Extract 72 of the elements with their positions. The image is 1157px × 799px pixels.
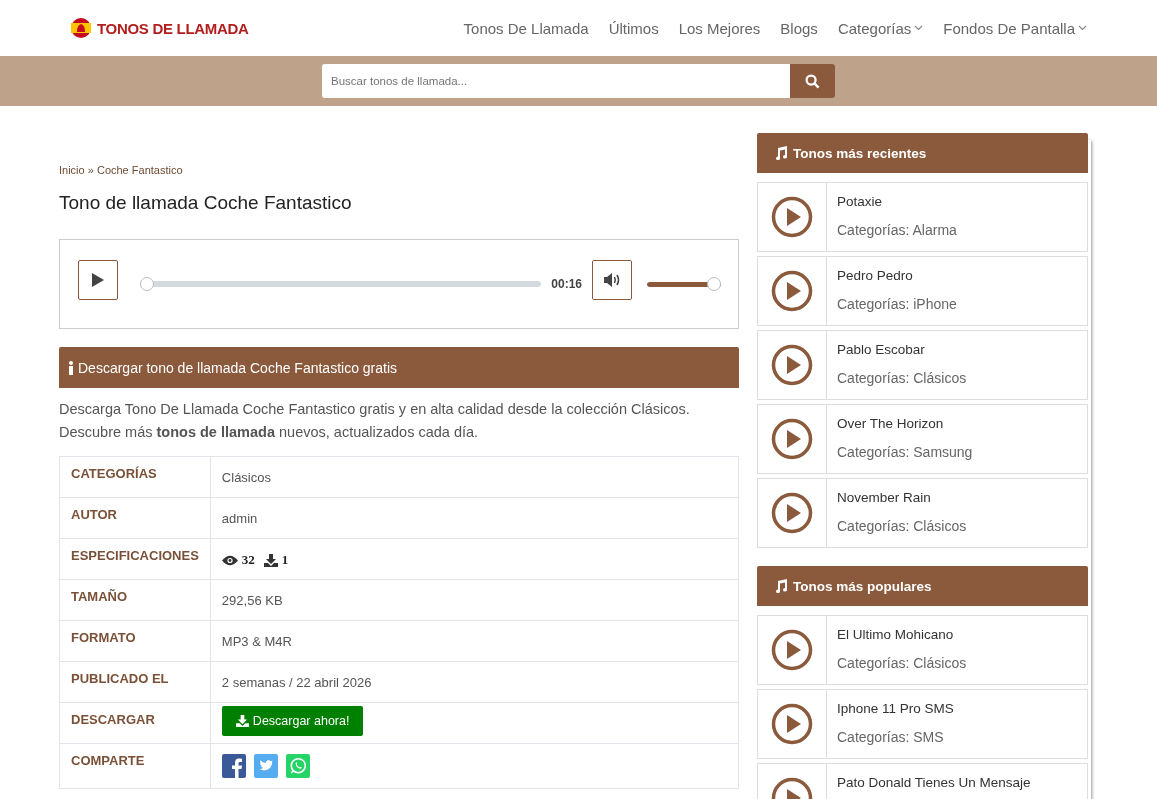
row-label: CATEGORÍAS bbox=[71, 466, 157, 481]
ringtone-category: Categorías: Alarma bbox=[837, 222, 957, 238]
progress-slider[interactable] bbox=[140, 277, 542, 291]
description-text: Descarga Tono De Llamada Coche Fantastico gratis y en alta calidad desde la colección Clásicos. Descubre más tonos de llamada nuevos, actualizados cada día. bbox=[59, 400, 691, 442]
site-logo[interactable]: TONOS DE LLAMADA bbox=[97, 19, 249, 37]
ringtone-category: Categorías: SMS bbox=[837, 729, 945, 745]
nav-link[interactable]: Categorías bbox=[837, 19, 924, 37]
play-circle-icon[interactable] bbox=[771, 629, 813, 671]
nav-link[interactable]: Blogs bbox=[780, 19, 818, 37]
info-icon bbox=[68, 360, 74, 375]
ringtone-category: Categorías: Samsung bbox=[837, 444, 973, 460]
row-label: PUBLICADO EL bbox=[71, 671, 169, 686]
play-icon bbox=[91, 272, 105, 288]
play-circle-icon[interactable] bbox=[771, 270, 813, 312]
ringtone-category: Categorías: Clásicos bbox=[837, 655, 967, 671]
ringtone-link[interactable]: Pablo Escobar bbox=[837, 342, 967, 357]
row-value: 2 semanas / 22 abril 2026 bbox=[221, 675, 372, 690]
eye-icon bbox=[221, 554, 238, 566]
breadcrumb-current: Coche Fantastico bbox=[96, 164, 183, 176]
row-label: ESPECIFICACIONES bbox=[71, 548, 199, 563]
row-value: admin bbox=[221, 511, 258, 526]
progress-thumb[interactable] bbox=[140, 277, 154, 291]
play-button[interactable] bbox=[78, 260, 118, 300]
nav-link[interactable]: Últimos bbox=[608, 19, 659, 37]
row-label: DESCARGAR bbox=[71, 712, 155, 727]
row-label: COMPARTE bbox=[71, 753, 145, 768]
row-value: MP3 & M4R bbox=[221, 634, 292, 649]
download-icon bbox=[235, 715, 249, 727]
row-label: FORMATO bbox=[71, 630, 136, 645]
play-circle-icon[interactable] bbox=[771, 344, 813, 386]
page-title: Tono de llamada Coche Fantastico bbox=[59, 192, 353, 214]
download-icon bbox=[263, 553, 278, 567]
volume-button[interactable] bbox=[592, 260, 632, 300]
flag-bell-icon bbox=[70, 17, 92, 39]
row-value: 292,56 KB bbox=[221, 593, 283, 608]
ringtone-category: Categorías: iPhone bbox=[837, 296, 957, 312]
facebook-icon[interactable] bbox=[221, 754, 246, 778]
music-note-icon bbox=[774, 579, 788, 593]
search-icon bbox=[805, 73, 820, 89]
search-button[interactable] bbox=[790, 64, 835, 98]
download-count: 1 bbox=[281, 552, 289, 568]
volume-slider[interactable] bbox=[647, 277, 721, 291]
nav-link[interactable]: Tonos De Llamada bbox=[463, 19, 589, 37]
view-count: 32 bbox=[241, 552, 255, 568]
sidebar-title: Tonos más populares bbox=[793, 578, 932, 594]
ringtone-link[interactable]: Potaxie bbox=[837, 194, 957, 209]
sidebar-title: Tonos más recientes bbox=[793, 145, 927, 161]
breadcrumb-separator: » bbox=[87, 164, 94, 176]
time-label: 00:16 bbox=[551, 277, 582, 291]
download-button[interactable]: Descargar ahora! bbox=[221, 706, 364, 736]
volume-icon bbox=[603, 272, 621, 288]
nav-link[interactable]: Fondos De Pantalla bbox=[943, 19, 1087, 37]
nav-link[interactable]: Los Mejores bbox=[678, 19, 761, 37]
ringtone-link[interactable]: Iphone 11 Pro SMS bbox=[837, 701, 954, 716]
volume-thumb[interactable] bbox=[707, 277, 721, 291]
row-value: Clásicos bbox=[221, 470, 271, 485]
ringtone-link[interactable]: Over The Horizon bbox=[837, 416, 973, 431]
section-title: Descargar tono de llamada Coche Fantastico gratis bbox=[78, 359, 398, 376]
play-circle-icon[interactable] bbox=[771, 196, 813, 238]
play-circle-icon[interactable] bbox=[771, 418, 813, 460]
ringtone-link[interactable]: Pedro Pedro bbox=[837, 268, 957, 283]
ringtone-category: Categorías: Clásicos bbox=[837, 518, 967, 534]
ringtone-link[interactable]: El Ultimo Mohicano bbox=[837, 627, 967, 642]
music-note-icon bbox=[774, 146, 788, 160]
row-label: AUTOR bbox=[71, 507, 117, 522]
ringtone-link[interactable]: November Rain bbox=[837, 490, 967, 505]
search-field[interactable]: Buscar tonos de llamada... bbox=[322, 64, 790, 98]
play-circle-icon[interactable] bbox=[771, 703, 813, 745]
ringtone-category: Categorías: Clásicos bbox=[837, 370, 967, 386]
breadcrumb-link[interactable]: Inicio bbox=[59, 164, 85, 176]
play-circle-icon[interactable] bbox=[771, 492, 813, 534]
row-label: TAMAÑO bbox=[71, 589, 128, 604]
